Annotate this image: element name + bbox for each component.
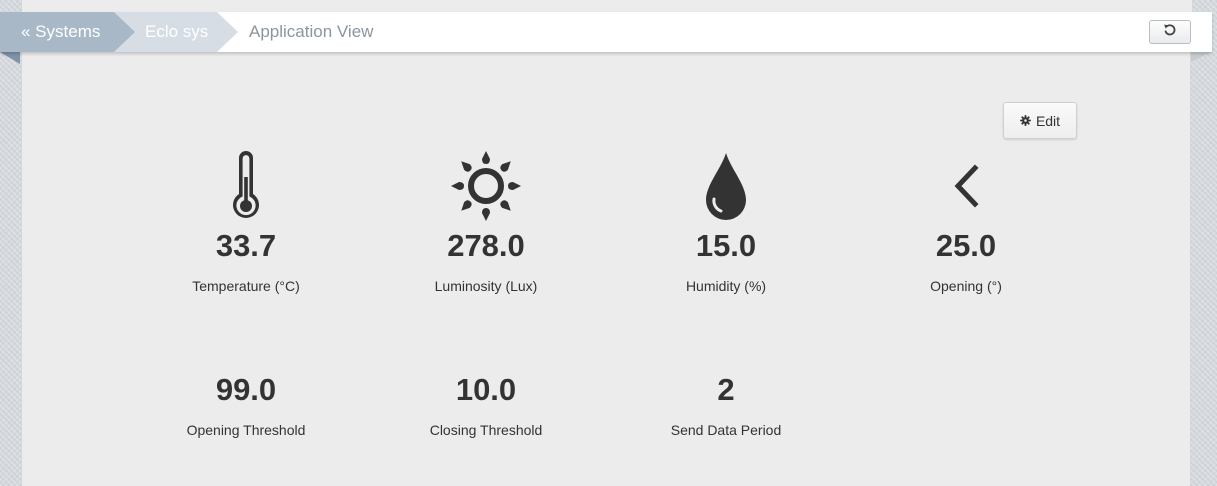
- luminosity-label: Luminosity (Lux): [434, 278, 538, 294]
- send-data-period-value: 2: [717, 372, 735, 407]
- chevron-left-icon: [951, 163, 981, 213]
- opening-value: 25.0: [935, 228, 997, 263]
- droplet-icon: [704, 151, 748, 226]
- ribbon-fold-left: [0, 52, 20, 64]
- undo-icon: [1163, 23, 1177, 42]
- edit-button-label: Edit: [1035, 112, 1061, 129]
- luminosity-value: 278.0: [447, 228, 525, 263]
- setting-send-data-period: 2 Send Data Period: [626, 372, 826, 439]
- closing-threshold-label: Closing Threshold: [429, 422, 543, 438]
- send-data-period-label: Send Data Period: [670, 422, 782, 438]
- setting-opening-threshold: 99.0 Opening Threshold: [146, 372, 346, 439]
- ribbon-fold-right: [1191, 52, 1211, 62]
- temperature-value: 33.7: [215, 228, 277, 263]
- metric-luminosity: 278.0 Luminosity (Lux): [386, 148, 586, 295]
- setting-closing-threshold: 10.0 Closing Threshold: [386, 372, 586, 439]
- gear-icon: [1020, 113, 1031, 129]
- metric-temperature: 33.7 Temperature (°C): [146, 148, 346, 295]
- opening-label: Opening (°): [930, 278, 1002, 294]
- edit-button[interactable]: Edit: [1003, 102, 1077, 139]
- humidity-value: 15.0: [695, 228, 757, 263]
- thermometer-icon: [226, 149, 266, 228]
- temperature-label: Temperature (°C): [192, 278, 300, 294]
- metric-opening: 25.0 Opening (°): [866, 148, 1066, 295]
- breadcrumb: « Systems Eclo sys Application View: [0, 12, 1212, 52]
- closing-threshold-value: 10.0: [455, 372, 517, 407]
- refresh-button[interactable]: [1149, 20, 1191, 44]
- opening-threshold-value: 99.0: [215, 372, 277, 407]
- sun-icon: [450, 150, 522, 227]
- application-view-panel: Edit 33.7 Temperature (°C) 278.0 Luminos…: [21, 52, 1191, 486]
- humidity-label: Humidity (%): [685, 278, 767, 294]
- opening-threshold-label: Opening Threshold: [186, 422, 306, 438]
- metric-humidity: 15.0 Humidity (%): [626, 148, 826, 295]
- breadcrumb-systems-link[interactable]: « Systems: [0, 12, 135, 52]
- breadcrumb-current: Application View: [249, 22, 374, 41]
- card-top-strip: [21, 0, 1193, 12]
